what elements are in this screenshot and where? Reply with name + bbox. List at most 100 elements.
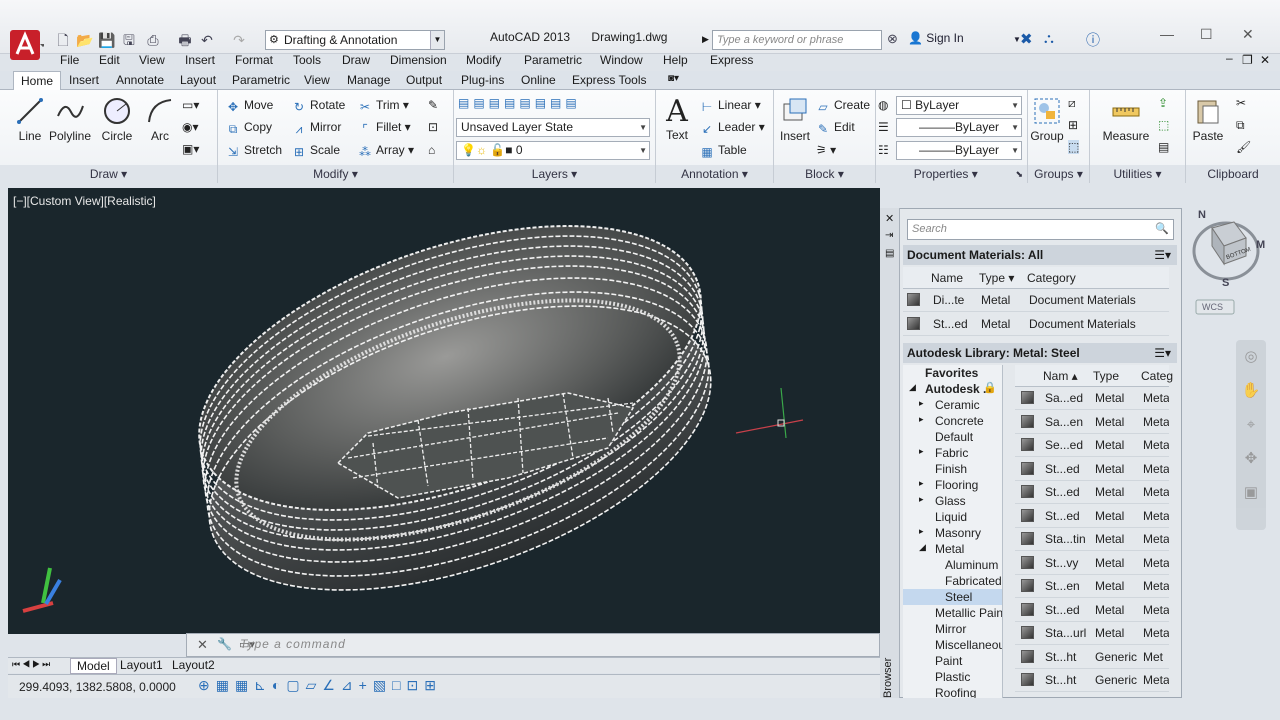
tab-home[interactable]: Home: [13, 71, 62, 90]
tab-express-tools[interactable]: Express Tools: [572, 73, 646, 87]
expand-arrow-icon[interactable]: ▸: [919, 414, 924, 425]
expand-arrow-icon[interactable]: ▸: [919, 478, 924, 489]
tab-output[interactable]: Output: [406, 73, 442, 87]
layer-tools-icons[interactable]: ▤▤▤▤▤▤▤▤: [458, 96, 581, 110]
document-materials-header[interactable]: Document Materials: All ☰▾: [903, 245, 1177, 265]
help-search-input[interactable]: Type a keyword or phrase: [712, 30, 882, 50]
tree-item[interactable]: ▸ Glass: [903, 493, 1002, 509]
doc-material-row[interactable]: St...ed Metal Document Materials: [903, 313, 1169, 336]
attribute-icon[interactable]: ⚞ ▾: [816, 143, 836, 157]
insert-button[interactable]: Insert: [778, 96, 812, 143]
maximize-button[interactable]: ☐: [1200, 26, 1213, 43]
tree-item[interactable]: Fabricated: [903, 573, 1002, 589]
groups-panel-title[interactable]: Groups ▾: [1028, 165, 1089, 183]
stretch-button[interactable]: ⇲ Stretch: [226, 143, 282, 159]
library-material-row[interactable]: Sta...tin Metal Meta: [1015, 528, 1169, 551]
tree-item[interactable]: Metallic Paint: [903, 605, 1002, 621]
tree-item[interactable]: ▸ Ceramic: [903, 397, 1002, 413]
tree-item[interactable]: ▸ Masonry: [903, 525, 1002, 541]
viewcube-north[interactable]: N: [1198, 209, 1206, 221]
lineweight-icon[interactable]: ☷: [878, 143, 889, 157]
tab-model[interactable]: Model: [70, 658, 117, 674]
material-search-input[interactable]: Search 🔍: [907, 219, 1174, 240]
save-as-icon[interactable]: 🖫: [120, 31, 138, 49]
lib-col-name[interactable]: Nam ▴: [1043, 369, 1078, 383]
line-button[interactable]: Line: [10, 96, 50, 143]
library-material-row[interactable]: Se...ed Metal Meta: [1015, 434, 1169, 457]
viewport-label[interactable]: [−][Custom View][Realistic]: [13, 194, 156, 208]
open-icon[interactable]: 📂: [76, 31, 94, 49]
group-select-icon[interactable]: ⬚: [1068, 140, 1080, 154]
tree-item[interactable]: Roofing: [903, 685, 1002, 698]
restore-doc-button[interactable]: ❐: [1242, 53, 1253, 67]
library-material-row[interactable]: St...ed Metal Meta: [1015, 481, 1169, 504]
array-button[interactable]: ⁂ Array ▾: [358, 143, 414, 159]
copy-clip-icon[interactable]: ⧉: [1236, 118, 1245, 133]
table-button[interactable]: ▦ Table: [700, 143, 746, 159]
select-all-icon[interactable]: ⬚: [1158, 118, 1169, 132]
doc-material-row[interactable]: Di...te Metal Document Materials: [903, 289, 1169, 312]
tab-layout2[interactable]: Layout2: [168, 658, 219, 672]
lib-col-type[interactable]: Type: [1093, 369, 1119, 383]
tree-item[interactable]: Mirror: [903, 621, 1002, 637]
library-material-row[interactable]: St...ht Generic Met: [1015, 646, 1169, 669]
tab-annotate[interactable]: Annotate: [116, 73, 164, 87]
library-material-row[interactable]: St...ed Metal Meta: [1015, 505, 1169, 528]
viewcube-east[interactable]: M: [1256, 239, 1265, 251]
copy-button[interactable]: ⧉ Copy: [226, 120, 272, 136]
expand-arrow-icon[interactable]: ◢: [919, 542, 926, 553]
library-material-row[interactable]: St...ht Generic Meta: [1015, 669, 1169, 692]
group-button[interactable]: Group: [1030, 96, 1064, 143]
save-icon[interactable]: 💾: [98, 31, 116, 49]
tab-layout1[interactable]: Layout1: [116, 658, 167, 672]
library-material-row[interactable]: St...ed Metal Meta: [1015, 458, 1169, 481]
drafting-toggles[interactable]: ⊕▦▦⊾◐▢▱∠⊿+▧□⊡⊞: [198, 677, 442, 694]
rotate-button[interactable]: ↻ Rotate: [292, 98, 345, 114]
create-block-button[interactable]: ▱ Create: [816, 98, 870, 114]
command-input[interactable]: Type a command: [240, 637, 346, 651]
redo-icon[interactable]: ↷: [230, 31, 248, 49]
autohide-icon[interactable]: ⇥: [885, 230, 893, 241]
tree-item[interactable]: Plastic: [903, 669, 1002, 685]
tree-item[interactable]: Aluminum: [903, 557, 1002, 573]
expand-arrow-icon[interactable]: ◢: [909, 382, 916, 393]
mirror-button[interactable]: ⩘ Mirror: [292, 120, 342, 136]
library-material-row[interactable]: Sa...en Metal Meta: [1015, 411, 1169, 434]
library-material-row[interactable]: St...vy Metal Meta: [1015, 552, 1169, 575]
layer-dropdown[interactable]: 💡☼ 🔓■ 0 ▼: [456, 141, 650, 160]
menu-draw[interactable]: Draw: [342, 53, 370, 67]
color-wheel-icon[interactable]: ◍: [878, 98, 888, 112]
layers-panel-title[interactable]: Layers ▾: [454, 165, 655, 183]
wcs-menu[interactable]: WCS: [1202, 302, 1223, 312]
library-material-row[interactable]: Sta...url Metal Meta: [1015, 622, 1169, 645]
menu-help[interactable]: Help: [663, 53, 688, 67]
ungroup-icon[interactable]: ⧄: [1068, 96, 1076, 111]
tab-plugins[interactable]: Plug-ins: [461, 73, 504, 87]
properties-icon[interactable]: ▤: [885, 248, 894, 259]
list-view-icon[interactable]: ☰▾: [1154, 245, 1171, 265]
menu-parametric[interactable]: Parametric: [524, 53, 582, 67]
tree-item[interactable]: Paint: [903, 653, 1002, 669]
search-expand-icon[interactable]: ▶: [702, 34, 709, 45]
calculator-icon[interactable]: ▤: [1158, 140, 1169, 154]
minimize-doc-button[interactable]: –: [1226, 51, 1233, 65]
menu-file[interactable]: File: [60, 53, 79, 67]
quick-select-icon[interactable]: ⇪: [1158, 96, 1168, 110]
cut-icon[interactable]: ✂: [1236, 96, 1246, 110]
search-icon[interactable]: 🔍: [1155, 220, 1169, 239]
library-header[interactable]: Autodesk Library: Metal: Steel ☰▾: [903, 343, 1177, 363]
tree-item[interactable]: Favorites: [903, 365, 1002, 381]
menu-express[interactable]: Express: [710, 53, 753, 67]
hatch-icon[interactable]: ◉▾: [182, 120, 199, 134]
expand-arrow-icon[interactable]: ▸: [919, 446, 924, 457]
tab-view[interactable]: View: [304, 73, 330, 87]
library-material-row[interactable]: St...en Metal Meta: [1015, 575, 1169, 598]
tree-item[interactable]: Liquid: [903, 509, 1002, 525]
menu-dimension[interactable]: Dimension: [390, 53, 447, 67]
fillet-button[interactable]: ⌜ Fillet ▾: [358, 120, 411, 136]
tree-item[interactable]: ◢ Autodesk ... 🔒: [903, 381, 1002, 397]
block-panel-title[interactable]: Block ▾: [774, 165, 875, 183]
layer-state-dropdown[interactable]: Unsaved Layer State ▼: [456, 118, 650, 137]
doc-col-type[interactable]: Type ▾: [979, 271, 1014, 285]
erase-icon[interactable]: ✎: [428, 98, 438, 112]
